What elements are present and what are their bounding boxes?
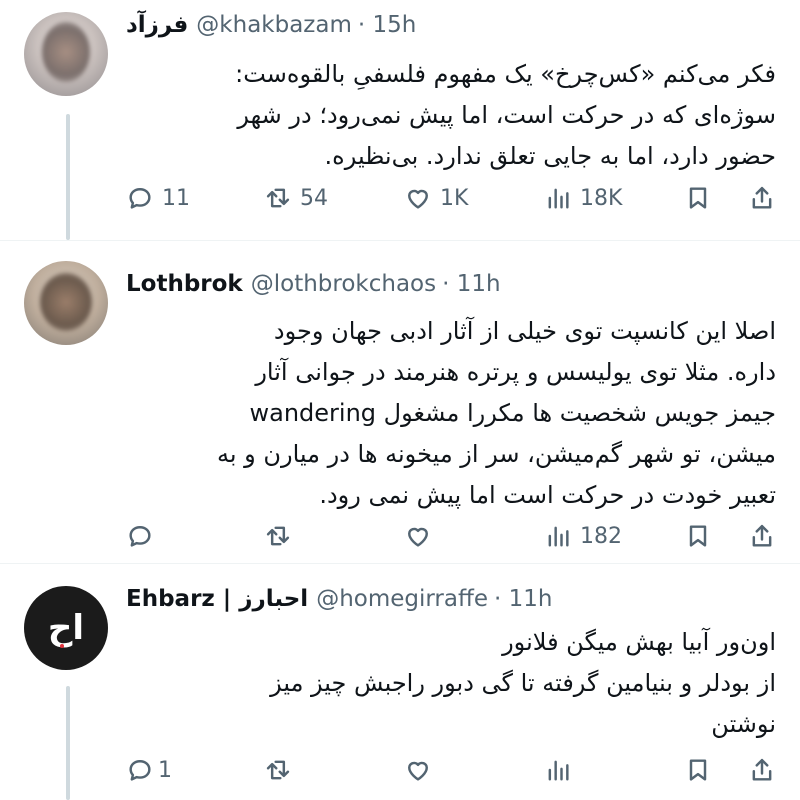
bookmark-icon: [689, 525, 707, 547]
views-button[interactable]: 18K: [544, 184, 622, 212]
bookmark-button[interactable]: [684, 522, 712, 550]
tweet-text-line: سوژه‌ای که در حرکت است، اما پیش نمی‌رود؛…: [237, 101, 776, 129]
heart-icon: [408, 527, 428, 547]
avatar[interactable]: اح: [24, 586, 108, 670]
retweet-icon: [266, 188, 290, 208]
tweet-text-line: جیمز جویس شخصیت ها مکررا مشغول wandering: [249, 399, 777, 427]
reply-count: 11: [162, 185, 190, 211]
blurred-profile-photo-icon: [42, 22, 90, 82]
retweet-count: 54: [300, 185, 328, 211]
like-button[interactable]: [404, 756, 440, 784]
share-icon: [752, 524, 772, 547]
reply-button[interactable]: 1: [126, 756, 172, 784]
like-button[interactable]: [404, 522, 440, 550]
reply-icon: [129, 188, 151, 209]
avatar[interactable]: [24, 261, 108, 345]
bookmark-button[interactable]: [684, 756, 712, 784]
share-button[interactable]: [748, 184, 776, 212]
tweet-2[interactable]: Lothbrok @lothbrokchaos · 11h اصلا این ک…: [0, 241, 800, 563]
timestamp[interactable]: · 15h: [358, 12, 416, 38]
tweet-3[interactable]: اح Ehbarz | احبارز @homegirraffe · 11h ا…: [0, 564, 800, 800]
handle[interactable]: @homegirraffe: [316, 586, 488, 612]
share-icon: [752, 186, 772, 209]
tweet-header: Lothbrok @lothbrokchaos · 11h: [126, 271, 501, 297]
share-button[interactable]: [748, 522, 776, 550]
action-bar: 1: [126, 756, 776, 790]
tweet-text: اون‌ور آبیا بهش میگن فلانور از بودلر و ب…: [126, 622, 776, 745]
like-count: 1K: [440, 185, 469, 211]
display-name[interactable]: فرزآد: [126, 12, 188, 38]
bookmark-icon: [689, 759, 707, 781]
bookmark-icon: [689, 187, 707, 209]
tweet-text-line: از بودلر و بنیامین گرفته تا گی دبور راجب…: [270, 669, 776, 697]
avatar[interactable]: [24, 12, 108, 96]
tweet-text: اصلا این کانسپت توی خیلی از آثار ادبی جه…: [126, 311, 776, 516]
views-icon: [548, 526, 569, 547]
retweet-icon: [266, 526, 290, 546]
tweet-text: فکر می‌کنم «کس‌چرخ» یک مفهوم فلسفیِ بالق…: [126, 54, 776, 177]
tweet-1[interactable]: @khakbazam · 15h فرزآد فکر می‌کنم «کس‌چر…: [0, 0, 800, 240]
timestamp[interactable]: · 11h: [442, 271, 500, 297]
action-bar: 11 54 1K 18K: [126, 184, 776, 218]
like-button[interactable]: 1K: [404, 184, 468, 212]
timestamp[interactable]: · 11h: [494, 586, 552, 612]
tweet-text-line: داره. مثلا توی یولیسس و پرتره هنرمند در …: [255, 358, 776, 386]
avatar-logo: اح: [47, 608, 85, 648]
reply-button[interactable]: [126, 522, 162, 550]
tweet-text-line: تعبیر خودت در حرکت است اما پیش نمی رود.: [319, 481, 776, 509]
retweet-button[interactable]: [264, 756, 300, 784]
thread-line: [66, 114, 70, 240]
reply-icon: [129, 526, 151, 547]
blurred-profile-photo-icon: [40, 273, 92, 331]
views-icon: [548, 760, 569, 781]
tweet-text-line: اصلا این کانسپت توی خیلی از آثار ادبی جه…: [273, 317, 776, 345]
tweet-text-line: حضور دارد، اما به جایی تعلق ندارد. بی‌نظ…: [324, 142, 776, 170]
heart-icon: [408, 189, 428, 209]
tweet-text-line: نوشتن: [711, 710, 776, 738]
reply-button[interactable]: 11: [126, 184, 190, 212]
reply-count: 1: [158, 757, 172, 783]
display-name[interactable]: Ehbarz | احبارز: [126, 586, 308, 612]
views-count: 182: [580, 523, 622, 549]
heart-icon: [408, 761, 428, 781]
views-count: 18K: [580, 185, 623, 211]
action-bar: 182: [126, 522, 776, 556]
views-button[interactable]: [544, 756, 580, 784]
retweet-icon: [266, 760, 290, 780]
tweet-text-line: میشن، تو شهر گم‌میشن، سر از میخونه ها در…: [216, 440, 776, 468]
thread-line: [66, 686, 70, 800]
tweet-header: @khakbazam · 15h فرزآد: [126, 12, 416, 38]
red-dot-icon: [60, 644, 64, 648]
bookmark-button[interactable]: [684, 184, 712, 212]
tweet-text-line: فکر می‌کنم «کس‌چرخ» یک مفهوم فلسفیِ بالق…: [235, 60, 776, 88]
handle[interactable]: @khakbazam: [196, 12, 352, 38]
views-icon: [548, 188, 569, 209]
share-icon: [752, 758, 772, 781]
handle[interactable]: @lothbrokchaos: [251, 271, 436, 297]
tweet-header: Ehbarz | احبارز @homegirraffe · 11h: [126, 586, 552, 612]
tweet-text-line: اون‌ور آبیا بهش میگن فلانور: [502, 628, 776, 656]
display-name[interactable]: Lothbrok: [126, 271, 243, 297]
retweet-button[interactable]: 54: [264, 184, 328, 212]
reply-icon: [129, 760, 151, 781]
share-button[interactable]: [748, 756, 776, 784]
views-button[interactable]: 182: [544, 522, 622, 550]
retweet-button[interactable]: [264, 522, 300, 550]
